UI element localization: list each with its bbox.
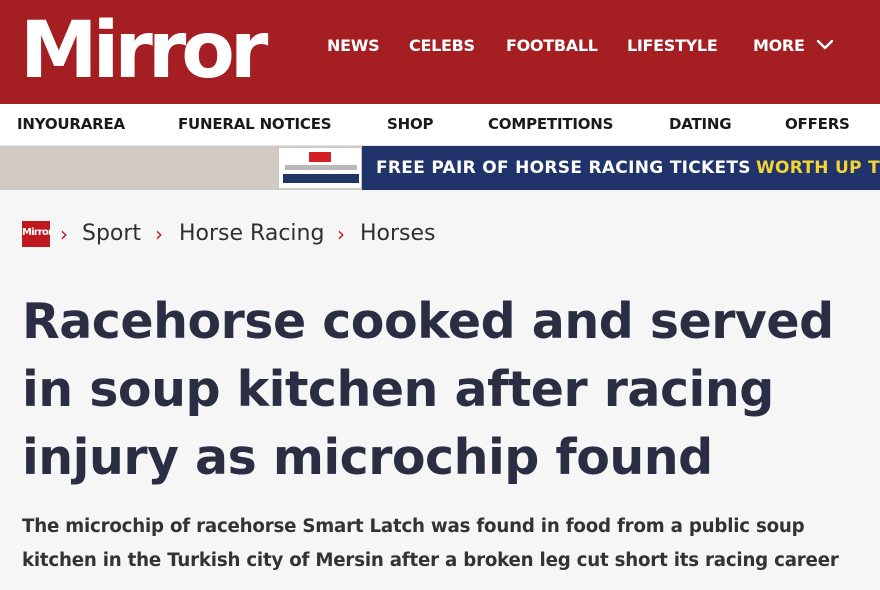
nav-more[interactable]: MORE (753, 34, 805, 58)
breadcrumb-horses[interactable]: Horses (360, 220, 436, 248)
nav-celebs[interactable]: CELEBS (409, 34, 475, 58)
headline-line: injury as microchip found (22, 429, 713, 486)
standfirst-line: The microchip of racehorse Smart Latch w… (22, 516, 805, 537)
chevron-right-icon: › (155, 222, 163, 246)
standfirst-line: kitchen in the Turkish city of Mersin af… (22, 550, 839, 571)
breadcrumb-home-logo[interactable]: Mirror (22, 221, 50, 247)
headline-line: in soup kitchen after racing (22, 361, 774, 418)
article-standfirst: The microchip of racehorse Smart Latch w… (22, 510, 862, 578)
subnav-dating[interactable]: DATING (669, 115, 732, 133)
chevron-right-icon: › (337, 222, 345, 246)
promo-newspaper-logo (278, 147, 362, 189)
nav-news[interactable]: NEWS (327, 34, 380, 58)
promo-highlight: WORTH UP TO (755, 158, 880, 178)
subnav-competitions[interactable]: COMPETITIONS (488, 115, 613, 133)
promo-strip[interactable]: FREE PAIR OF HORSE RACING TICKETS WORTH … (362, 146, 880, 190)
site-header: Mirror NEWS CELEBS FOOTBALL LIFESTYLE MO… (0, 0, 880, 104)
headline-line: Racehorse cooked and served (22, 293, 834, 350)
subnav-funeral-notices[interactable]: FUNERAL NOTICES (178, 115, 332, 133)
article-headline: Racehorse cooked and served in soup kitc… (22, 288, 852, 492)
breadcrumb-horse-racing[interactable]: Horse Racing (179, 220, 324, 248)
breadcrumb-sport[interactable]: Sport (82, 220, 141, 248)
promo-banner[interactable]: FREE PAIR OF HORSE RACING TICKETS WORTH … (0, 146, 880, 190)
subnav-inyourarea[interactable]: INYOURAREA (17, 115, 125, 133)
chevron-down-icon[interactable] (816, 36, 834, 54)
chevron-right-icon: › (60, 222, 68, 246)
secondary-nav: INYOURAREA FUNERAL NOTICES SHOP COMPETIT… (0, 104, 880, 146)
nav-football[interactable]: FOOTBALL (506, 34, 598, 58)
promo-text: FREE PAIR OF HORSE RACING TICKETS (376, 158, 751, 178)
subnav-shop[interactable]: SHOP (387, 115, 434, 133)
mirror-logo[interactable]: Mirror (20, 6, 268, 96)
subnav-offers[interactable]: OFFERS (785, 115, 850, 133)
nav-lifestyle[interactable]: LIFESTYLE (627, 34, 718, 58)
